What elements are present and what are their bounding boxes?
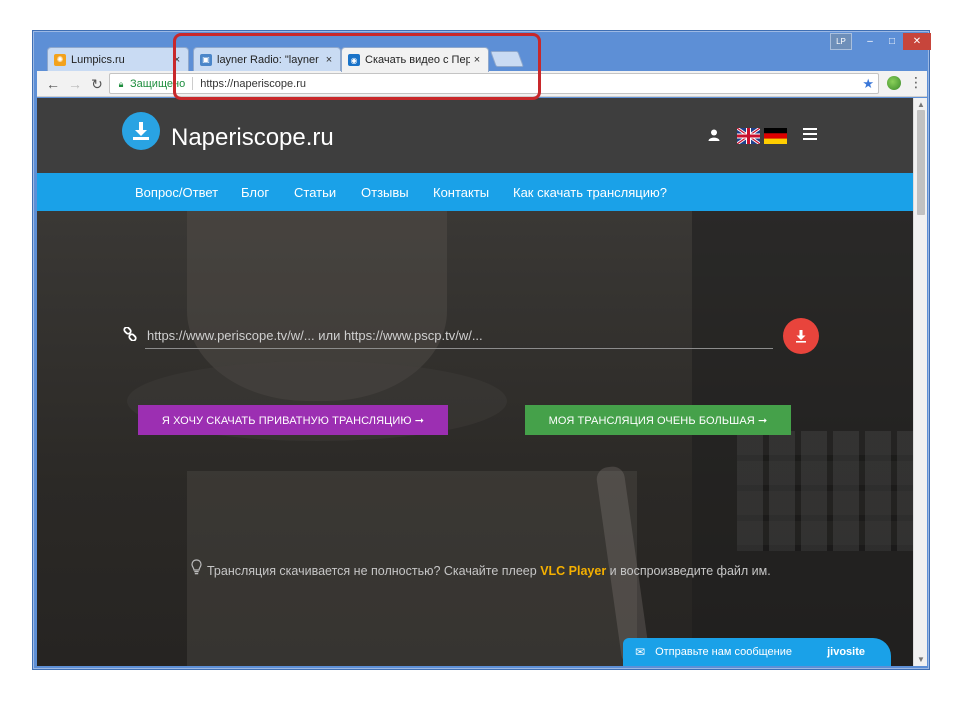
profile-badge[interactable]: LP [830, 33, 852, 50]
nav-item-faq[interactable]: Вопрос/Ответ [135, 185, 218, 200]
site-nav: Вопрос/Ответ Блог Статьи Отзывы Контакты… [37, 173, 913, 211]
scroll-down-icon[interactable]: ▼ [917, 655, 925, 664]
nav-item-blog[interactable]: Блог [241, 185, 269, 200]
uk-flag-icon[interactable] [736, 126, 761, 146]
browser-menu-icon[interactable]: ⋮ [909, 74, 923, 91]
vlc-player-link[interactable]: VLC Player [540, 564, 606, 578]
extension-globe-icon[interactable] [887, 76, 901, 90]
tab-label: Lumpics.ru [71, 53, 125, 66]
site-header: Naperiscope.ru [37, 98, 913, 173]
nav-item-contacts[interactable]: Контакты [433, 185, 489, 200]
bookmark-star-icon[interactable]: ★ [862, 76, 874, 92]
lock-icon[interactable]: 🔒︎ [116, 79, 126, 89]
scroll-thumb[interactable] [917, 110, 925, 215]
sun-favicon-icon: ✺ [54, 53, 66, 66]
reload-icon[interactable]: ↻ [87, 74, 107, 94]
chat-brand: jivosite [827, 646, 865, 658]
periscope-url-input[interactable] [145, 323, 773, 349]
large-broadcast-button[interactable]: МОЯ ТРАНСЛЯЦИЯ ОЧЕНЬ БОЛЬШАЯ ➞ [525, 405, 791, 435]
download-private-button[interactable]: Я ХОЧУ СКАЧАТЬ ПРИВАТНУЮ ТРАНСЛЯЦИЮ ➞ [138, 405, 448, 435]
envelope-icon: ✉ [635, 645, 646, 659]
tip-text-after: и воспроизведите файл им. [606, 564, 771, 578]
hero-section: Я ХОЧУ СКАЧАТЬ ПРИВАТНУЮ ТРАНСЛЯЦИЮ ➞ МО… [37, 211, 913, 666]
user-icon[interactable] [707, 128, 721, 142]
scroll-up-icon[interactable]: ▲ [917, 100, 925, 109]
chat-widget[interactable]: ✉ Отправьте нам сообщение jivosite [623, 638, 891, 666]
maximize-button[interactable]: □ [881, 33, 903, 50]
site-logo-text[interactable]: Naperiscope.ru [171, 124, 334, 152]
download-logo-icon[interactable] [122, 112, 160, 150]
vlc-tip: Трансляция скачивается не полностью? Ска… [191, 559, 811, 578]
naperiscope-page: Naperiscope.ru Вопрос/Ответ Блог Статьи … [37, 98, 913, 666]
chat-message[interactable]: Отправьте нам сообщение [655, 646, 792, 658]
vertical-scrollbar[interactable]: ▲ ▼ [913, 98, 927, 666]
nav-item-reviews[interactable]: Отзывы [361, 185, 409, 200]
tab-highlight-annotation [173, 33, 541, 100]
hamburger-menu-icon[interactable] [803, 128, 817, 140]
tab-lumpics[interactable]: ✺ Lumpics.ru × [47, 47, 189, 71]
browser-window: ✺ Lumpics.ru × ▣ layner Radio: "layner R… [32, 30, 931, 670]
keyboard-background [737, 431, 913, 551]
page-viewport: Naperiscope.ru Вопрос/Ответ Блог Статьи … [37, 98, 927, 666]
download-arrow-icon [796, 330, 806, 343]
minimize-button[interactable]: – [859, 33, 881, 50]
lightbulb-icon [191, 559, 203, 578]
nav-item-articles[interactable]: Статьи [294, 185, 336, 200]
forward-arrow-icon[interactable]: → [65, 74, 85, 94]
tip-text-before: Трансляция скачивается не полностью? Ска… [207, 564, 541, 578]
nav-item-how-to-download[interactable]: Как скачать трансляцию? [513, 185, 667, 200]
german-flag-icon[interactable] [764, 128, 787, 144]
back-arrow-icon[interactable]: ← [43, 74, 63, 94]
link-icon [123, 326, 137, 344]
close-window-button[interactable]: ✕ [903, 33, 931, 50]
download-button[interactable] [783, 318, 819, 354]
